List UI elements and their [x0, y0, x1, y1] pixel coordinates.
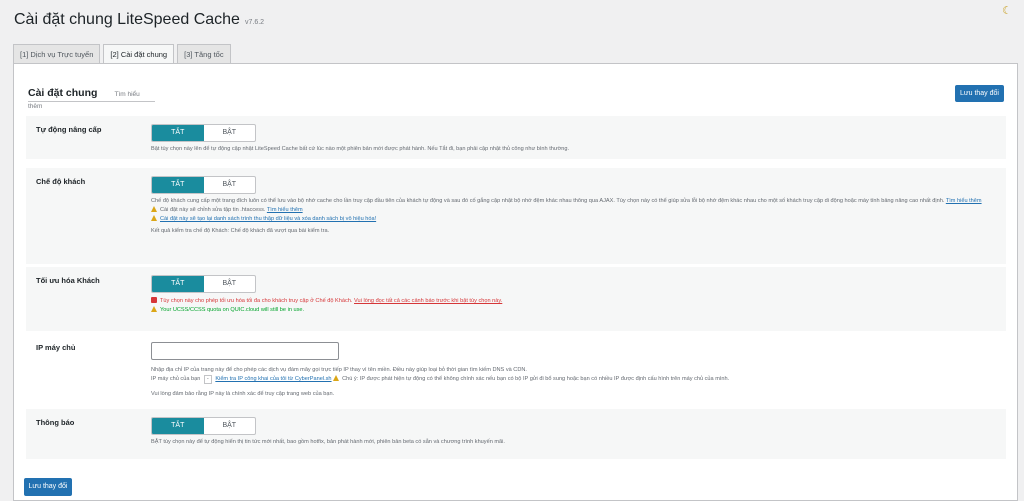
save-button-top[interactable]: Lưu thay đổi: [955, 85, 1004, 102]
tab-bar: [1] Dịch vụ Trực tuyến [2] Cài đặt chung…: [13, 44, 231, 65]
section-title: Cài đặt chung: [28, 87, 98, 99]
quota-notice: Your UCSS/CCSS quota on QUIC.cloud will …: [151, 306, 1001, 315]
page-header: Cài đặt chung LiteSpeed Cache v7.6.2: [14, 11, 264, 29]
section-header: Cài đặt chung Tìm hiểu thêm: [28, 87, 155, 110]
toggle-on-option[interactable]: BẬT: [204, 177, 256, 193]
learn-more-link[interactable]: Tìm hiểu thêm: [267, 207, 303, 213]
guest-test-result: Kết quả kiểm tra chế độ Khách: Chế độ kh…: [151, 228, 330, 234]
toggle-off-option[interactable]: TẮT: [152, 177, 204, 193]
moon-icon[interactable]: ☾: [1002, 4, 1012, 17]
toggle-on-option[interactable]: BẬT: [204, 418, 256, 434]
save-button-bottom[interactable]: Lưu thay đổi: [24, 478, 72, 496]
row-label: Tự động nâng cấp: [36, 125, 102, 134]
row-news: Thông báo TẮT BẬT BẬT tùy chọn này để tự…: [26, 409, 1006, 459]
read-warnings-link[interactable]: Vui lòng đọc tất cả các cảnh báo trước k…: [354, 298, 502, 304]
tab-acceleration[interactable]: [3] Tăng tốc: [177, 44, 231, 65]
guest-optimization-toggle[interactable]: TẮT BẬT: [151, 275, 256, 293]
row-guest-optimization: Tối ưu hóa Khách TẮT BẬT Tùy chọn này ch…: [26, 267, 1006, 331]
row-description: Chế độ khách cung cấp một trang đích luô…: [151, 197, 1001, 206]
ip-confirm-note: Vui lòng đảm bảo rằng IP này là chính xá…: [151, 391, 335, 397]
description-text: Chế độ khách cung cấp một trang đích luô…: [151, 198, 945, 204]
row-server-ip: IP máy chủ Nhập địa chỉ IP của trang này…: [26, 334, 1006, 406]
row-auto-upgrade: Tự động nâng cấp TẮT BẬT Bật tùy chọn nà…: [26, 116, 1006, 159]
stop-icon: [151, 297, 157, 303]
row-description: BẬT tùy chọn này để tự động hiển thị tin…: [151, 439, 505, 445]
tab-online-services[interactable]: [1] Dịch vụ Trực tuyến: [13, 44, 101, 65]
toggle-on-option[interactable]: BẬT: [204, 125, 256, 141]
row-label: Chế độ khách: [36, 177, 86, 186]
page-title: Cài đặt chung LiteSpeed Cache: [14, 11, 240, 28]
row-description: Nhập địa chỉ IP của trang này để cho phé…: [151, 367, 527, 373]
version-label: v7.6.2: [245, 19, 265, 26]
auto-upgrade-toggle[interactable]: TẮT BẬT: [151, 124, 256, 142]
settings-panel: Cài đặt chung Tìm hiểu thêm Lưu thay đổi…: [13, 63, 1018, 501]
warning-icon: [333, 375, 340, 381]
server-ip-info: IP máy chủ của bạn - Kiểm tra IP công kh…: [151, 375, 730, 384]
row-description: Bật tùy chọn này lên để tự động cập nhật…: [151, 146, 570, 152]
detected-ip: -: [203, 375, 212, 384]
tab-general-settings[interactable]: [2] Cài đặt chung: [103, 44, 175, 65]
toggle-off-option[interactable]: TẮT: [152, 276, 204, 292]
toggle-off-option[interactable]: TẮT: [152, 418, 204, 434]
crawler-warning: Cài đặt này sẽ tạo lại danh sách trình t…: [151, 215, 1001, 224]
server-ip-input[interactable]: [151, 342, 339, 360]
row-label: Thông báo: [36, 418, 75, 427]
warning-icon: [151, 215, 157, 221]
optimization-warning: Tùy chọn này cho phép tối ưu hóa tối đa …: [151, 297, 1001, 306]
check-ip-link[interactable]: Kiểm tra IP công khai của tôi từ CyberPa…: [215, 376, 331, 382]
learn-more-link[interactable]: Tìm hiểu thêm: [946, 198, 982, 204]
row-label: Tối ưu hóa Khách: [36, 276, 100, 285]
news-toggle[interactable]: TẮT BẬT: [151, 417, 256, 435]
warning-icon: [151, 206, 157, 212]
htaccess-warning: Cài đặt này sẽ chỉnh sửa tập tin .htacce…: [151, 206, 1001, 215]
toggle-off-option[interactable]: TẮT: [152, 125, 204, 141]
warning-icon: [151, 306, 157, 312]
guest-mode-toggle[interactable]: TẮT BẬT: [151, 176, 256, 194]
row-guest-mode: Chế độ khách TẮT BẬT Chế độ khách cung c…: [26, 168, 1006, 264]
row-label: IP máy chủ: [36, 343, 76, 352]
toggle-on-option[interactable]: BẬT: [204, 276, 256, 292]
